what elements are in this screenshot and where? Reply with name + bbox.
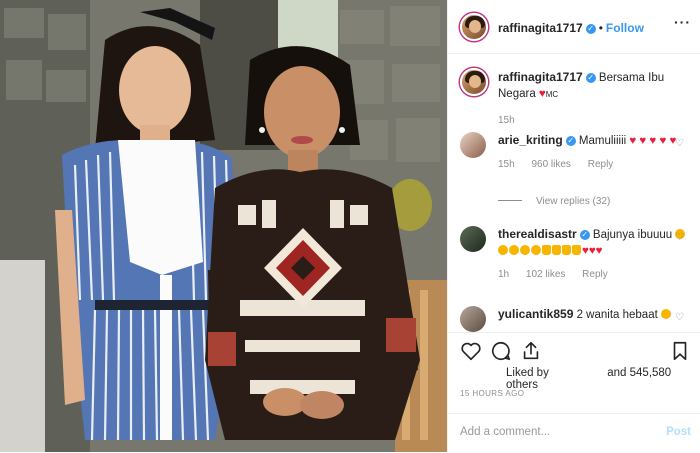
like-comment-heart-icon[interactable]: ♡ [675,138,684,149]
comment-item: yulicantik859 2 wanita hebaat ♡ [460,306,688,332]
view-replies-button[interactable]: View replies (32) [498,196,610,207]
comment-bubble-icon[interactable] [490,340,512,362]
verified-badge-icon: ✓ [585,73,596,83]
liked-by-label: Liked by [506,367,549,379]
add-comment-input[interactable]: Add a comment... [460,426,550,438]
author-avatar[interactable] [460,13,488,41]
comment-composer: Add a comment... Post [448,413,700,453]
caption: raffinagita1717 ✓ Bersama Ibu Negara ♥MC … [460,68,688,126]
comment-meta: 15h 960 likes Reply [498,157,688,173]
comment-text: Mamuliiiii [578,135,627,147]
comments-list[interactable]: raffinagita1717 ✓ Bersama Ibu Negara ♥MC … [448,54,700,332]
post-comment-button[interactable]: Post [666,426,691,438]
comment-body: yulicantik859 2 wanita hebaat [498,306,688,323]
photo-illustration [0,0,447,452]
commenter-avatar[interactable] [460,132,486,158]
verified-badge-icon: ✓ [585,24,596,34]
comment-item: therealdisastr ✓ Bajunya ibuuuu ♥♥♥ 1h 10… [460,226,688,306]
commenter-avatar[interactable] [460,306,486,332]
caption-meta: 15h [498,113,688,129]
caption-avatar[interactable] [460,68,488,96]
commenter-avatar[interactable] [460,226,486,252]
caption-suffix: MC [545,90,559,99]
post-actions: Liked by and 545,580 others 15 HOURS AGO… [448,332,700,453]
like-heart-icon[interactable] [460,340,482,362]
save-bookmark-icon[interactable] [669,340,691,362]
post-photo[interactable] [0,0,447,452]
hearts-emoji-icon: ♥ ♥ ♥ ♥ ♥ [629,135,677,147]
smile-emoji-icon [660,309,671,319]
reply-button[interactable]: Reply [582,269,608,280]
commenter-username[interactable]: therealdisastr [498,227,577,241]
like-comment-heart-icon[interactable]: ♡ [675,312,684,323]
reply-button[interactable]: Reply [588,159,614,170]
commenter-username[interactable]: yulicantik859 [498,307,573,321]
comment-text: Bajunya ibuuuu [592,229,673,241]
caption-username[interactable]: raffinagita1717 [498,70,583,84]
comment-likes[interactable]: 102 likes [526,269,565,280]
post-side-panel: raffinagita1717 ✓ • Follow ··· raffinagita1… [447,0,700,452]
verified-badge-icon: ✓ [565,136,576,146]
commenter-username[interactable]: arie_kriting [498,133,563,147]
heart-emoji-icon: ♥ [538,88,546,100]
author-username[interactable]: raffinagita1717 [498,21,583,35]
like-comment-heart-icon[interactable]: ♡ [675,232,684,243]
comment-likes[interactable]: 960 likes [531,159,570,170]
caption-body: raffinagita1717 ✓ Bersama Ibu Negara ♥MC … [498,69,688,129]
caption-age[interactable]: 15h [498,115,515,126]
instagram-post-modal: raffinagita1717 ✓ • Follow ··· raffinagita1… [0,0,700,452]
share-icon[interactable] [520,340,542,362]
comment-body: therealdisastr ✓ Bajunya ibuuuu ♥♥♥ 1h 10… [498,226,688,283]
post-timestamp[interactable]: 15 HOURS AGO [460,389,524,398]
follow-button[interactable]: Follow [606,21,644,35]
verified-badge-icon: ✓ [579,230,590,240]
post-header: raffinagita1717 ✓ • Follow ··· [448,0,700,54]
comment-age[interactable]: 1h [498,269,509,280]
more-options-icon[interactable]: ··· [674,14,691,30]
comment-meta: 1h 102 likes Reply [498,267,688,283]
comment-body: arie_kriting ✓ Mamuliiiii ♥ ♥ ♥ ♥ ♥ 15h 9… [498,132,688,173]
comment-text: 2 wanita hebaat [576,309,658,321]
comment-age[interactable]: 15h [498,159,515,170]
header-user-line: raffinagita1717 ✓ • Follow [498,19,644,37]
dot-separator: • [598,21,603,35]
likes-summary: Liked by and 545,580 others [506,367,700,391]
